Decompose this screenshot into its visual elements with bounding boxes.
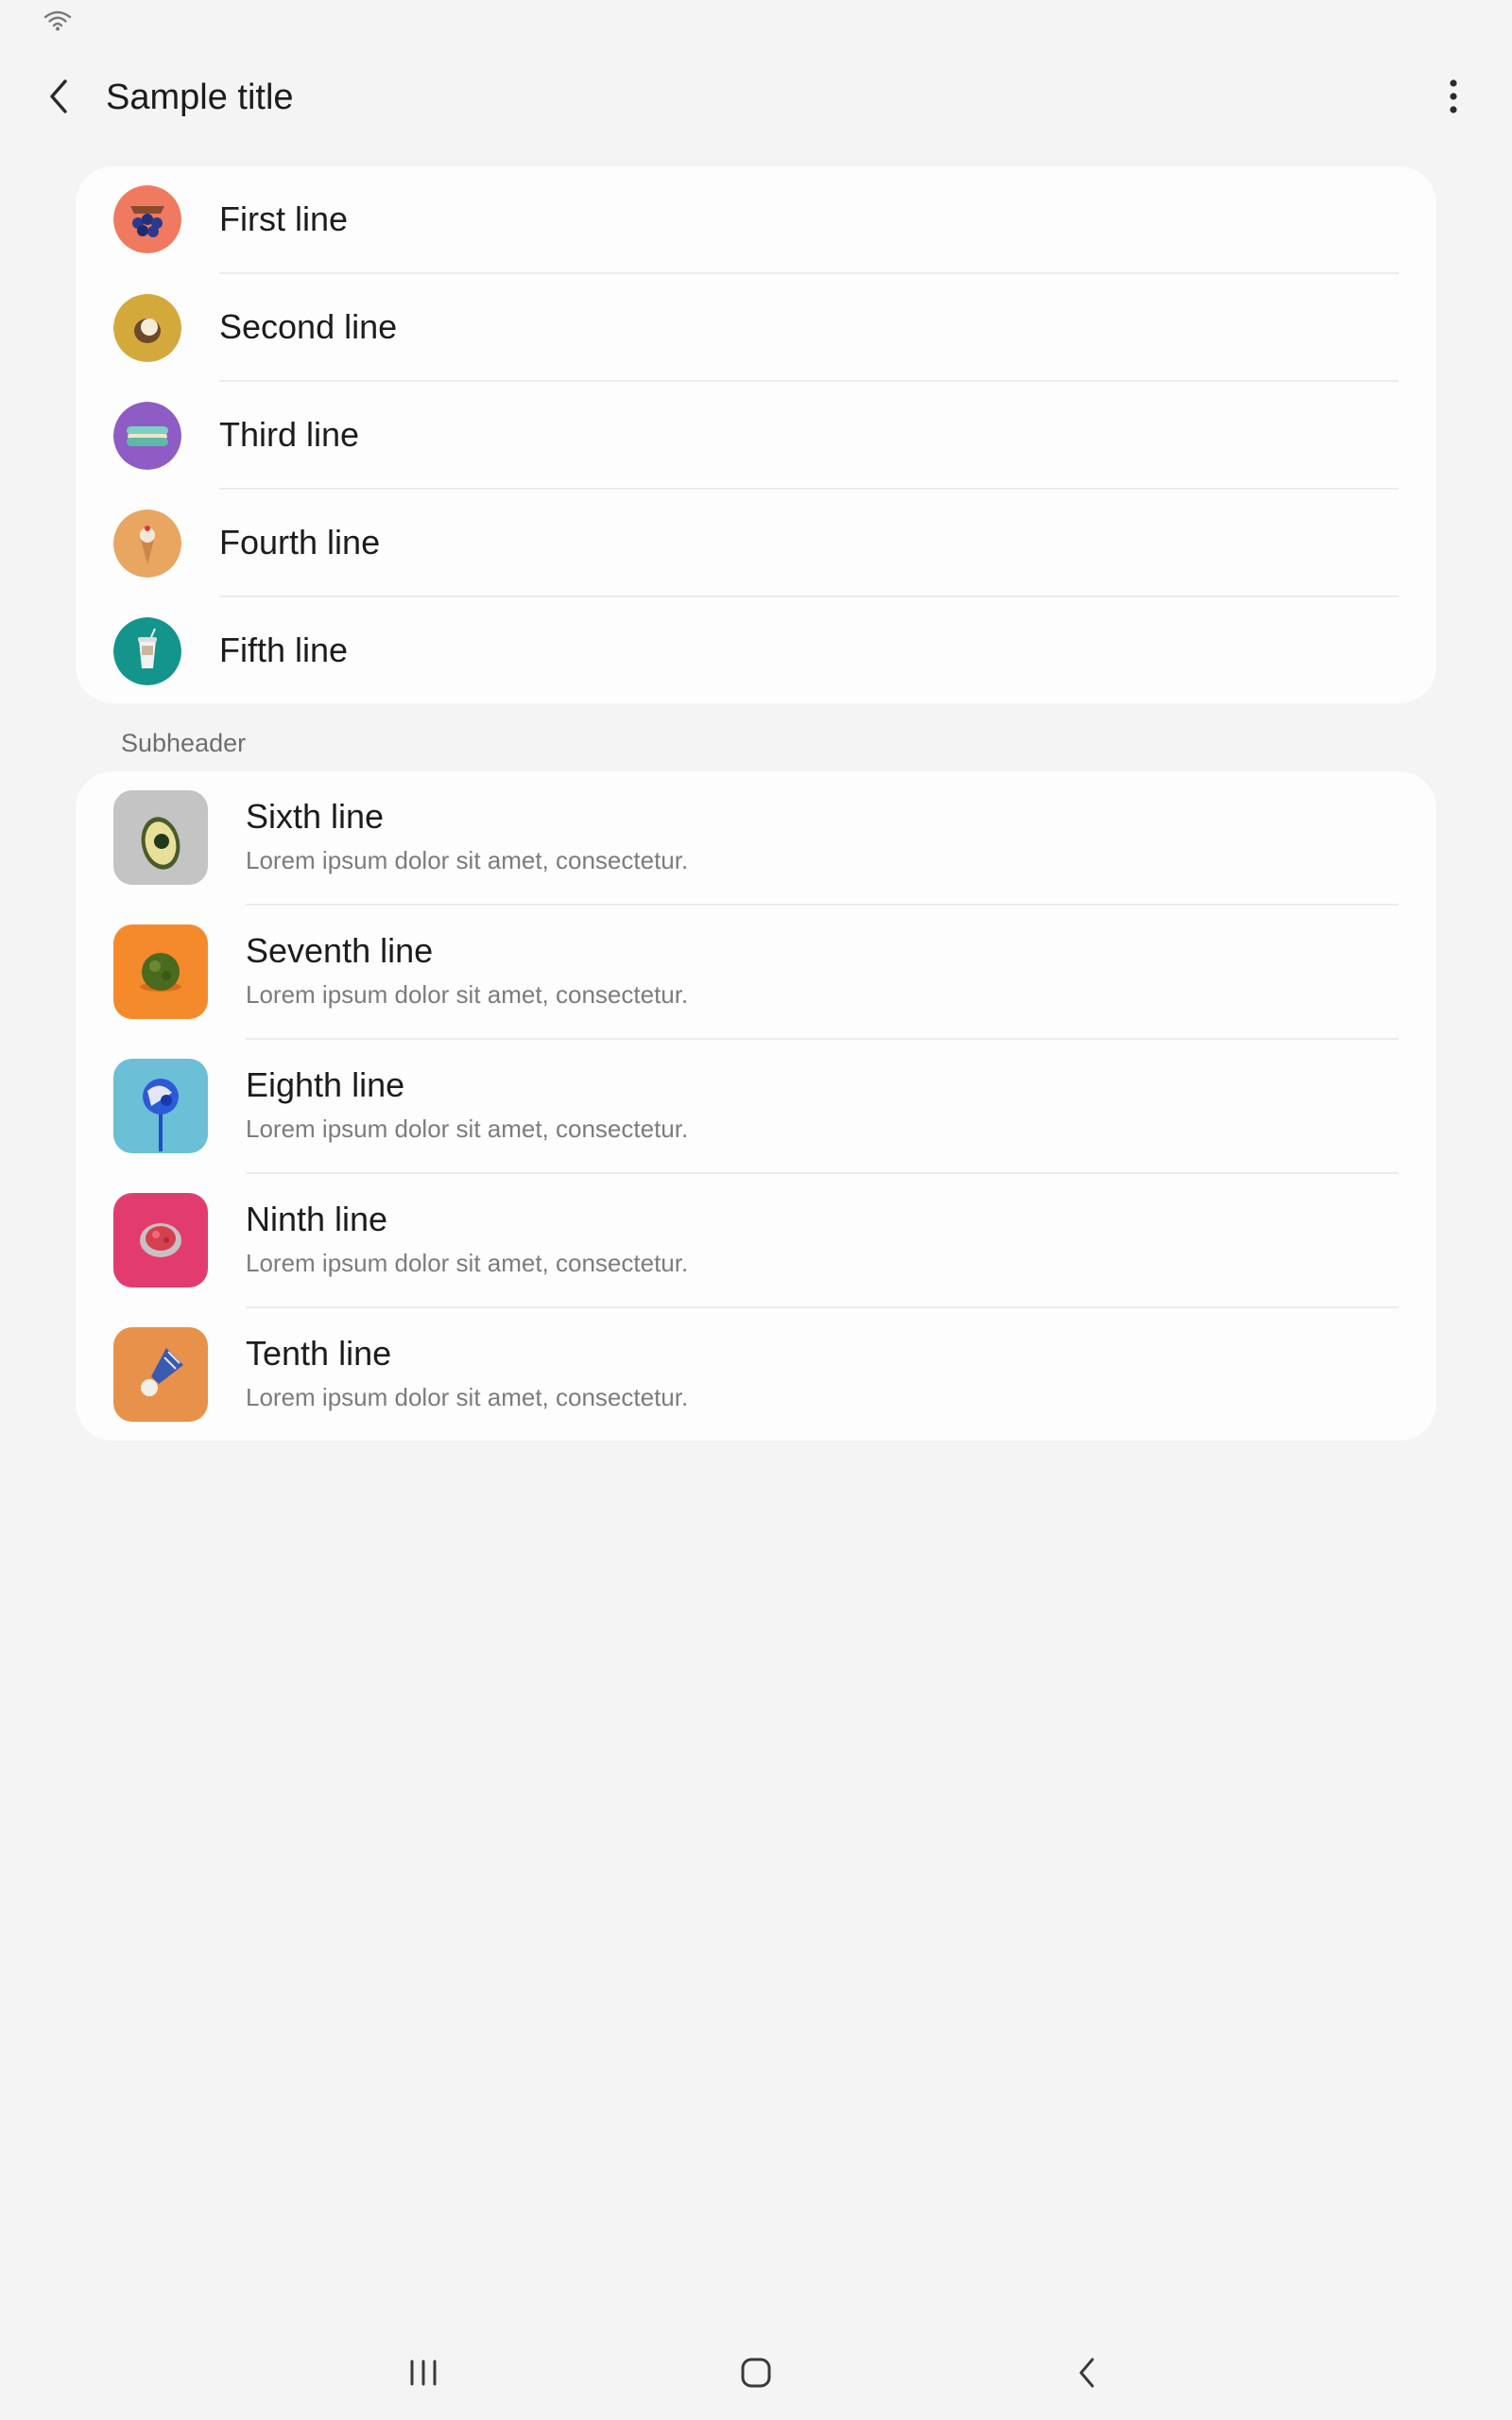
list-item-label: Eighth line: [246, 1065, 405, 1104]
list-item[interactable]: Second line: [76, 274, 1436, 382]
avatar-icon: [113, 925, 208, 1019]
more-options-button[interactable]: [1427, 70, 1480, 123]
navigation-bar: [0, 2325, 1512, 2420]
list-item-label: Third line: [219, 415, 360, 454]
list-item[interactable]: Eighth line Lorem ipsum dolor sit amet, …: [76, 1040, 1436, 1174]
wifi-icon: [43, 10, 72, 31]
pom-pom-icon: [113, 1193, 208, 1288]
recents-icon: [410, 2360, 437, 2386]
system-back-button[interactable]: [1049, 2342, 1125, 2403]
coconut-icon: [113, 294, 181, 362]
back-button[interactable]: [32, 70, 85, 123]
moss-ball-icon: [113, 925, 208, 1019]
list-item[interactable]: First line: [76, 166, 1436, 274]
list-item-label: Ninth line: [246, 1200, 388, 1238]
list-item[interactable]: Seventh line Lorem ipsum dolor sit amet,…: [76, 906, 1436, 1040]
back-icon: [1079, 2358, 1094, 2388]
recents-button[interactable]: [386, 2342, 461, 2403]
list-item[interactable]: Ninth line Lorem ipsum dolor sit amet, c…: [76, 1174, 1436, 1308]
list-item[interactable]: Third line: [76, 382, 1436, 490]
lollipop-icon: [113, 1059, 208, 1153]
avatar-icon: [113, 1059, 208, 1153]
list-item-label: Fourth line: [219, 523, 381, 562]
chevron-left-icon: [50, 79, 67, 113]
list-item-label: First line: [219, 199, 349, 238]
subheader: Subheader: [121, 729, 247, 757]
app-bar: Sample title: [0, 57, 1512, 138]
avatar-icon: [113, 1193, 208, 1288]
home-button[interactable]: [718, 2342, 794, 2403]
status-bar: [0, 0, 1512, 42]
list-card-primary: First line Second line Third line Fourth…: [76, 166, 1436, 703]
list-item-description: Lorem ipsum dolor sit amet, consectetur.: [246, 846, 689, 874]
list-item-description: Lorem ipsum dolor sit amet, consectetur.: [246, 1115, 689, 1143]
list-item-label: Fifth line: [219, 631, 349, 669]
list-item[interactable]: Tenth line Lorem ipsum dolor sit amet, c…: [76, 1308, 1436, 1441]
list-item-label: Sixth line: [246, 797, 385, 836]
list-item-label: Seventh line: [246, 931, 434, 970]
avatar-icon: [113, 1327, 208, 1422]
shuttlecock-icon: [113, 1327, 208, 1422]
macaron-icon: [113, 402, 181, 470]
list-item[interactable]: Sixth line Lorem ipsum dolor sit amet, c…: [76, 771, 1436, 906]
list-item-label: Tenth line: [246, 1334, 392, 1373]
list-item-label: Second line: [219, 307, 398, 346]
list-item-description: Lorem ipsum dolor sit amet, consectetur.: [246, 1249, 689, 1277]
ice-cream-icon: [113, 510, 181, 578]
home-icon: [741, 2358, 771, 2388]
list-item-description: Lorem ipsum dolor sit amet, consectetur.: [246, 1383, 689, 1411]
list-item-description: Lorem ipsum dolor sit amet, consectetur.: [246, 980, 689, 1009]
list-item[interactable]: Fourth line: [76, 490, 1436, 597]
blueberries-icon: [113, 185, 181, 253]
avocado-icon: [113, 790, 208, 885]
page-title: Sample title: [106, 78, 294, 117]
avatar-icon: [113, 790, 208, 885]
list-item[interactable]: Fifth line: [76, 597, 1436, 703]
more-vertical-icon: [1450, 79, 1457, 113]
list-card-secondary: Sixth line Lorem ipsum dolor sit amet, c…: [76, 771, 1436, 1441]
cup-icon: [113, 617, 181, 685]
